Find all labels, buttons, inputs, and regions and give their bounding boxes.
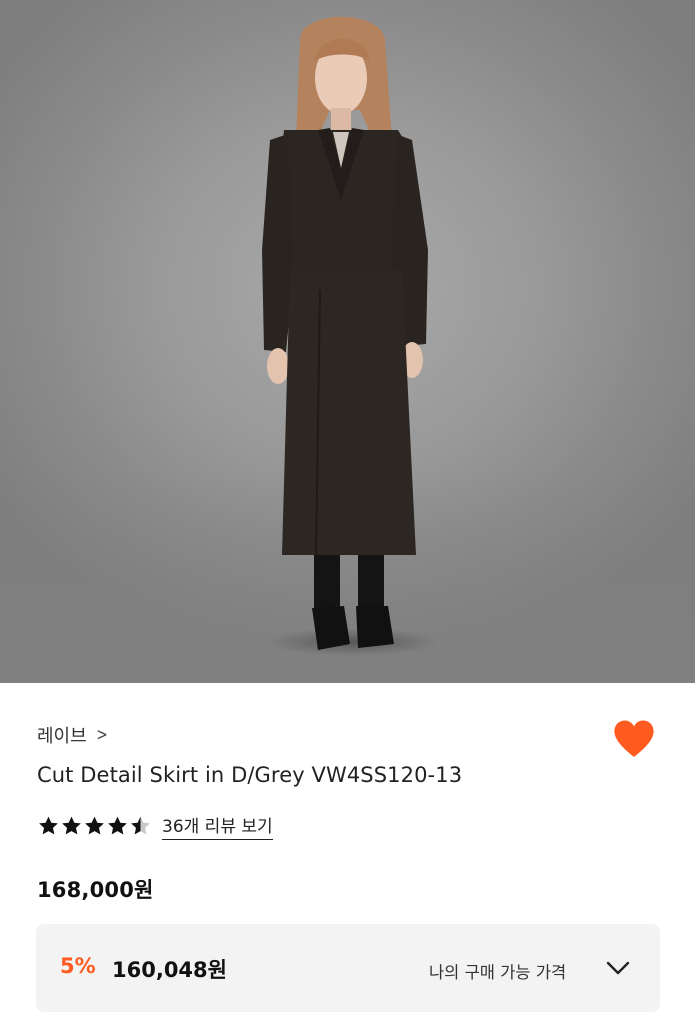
sale-price: 160,048원 [112, 958, 227, 982]
my-price-offer[interactable]: 5% 160,048원 나의 구매 가능 가격 [36, 924, 660, 1012]
product-image[interactable] [0, 0, 695, 683]
my-price-label: 나의 구매 가능 가격 [429, 963, 567, 982]
star-icon [39, 816, 58, 835]
original-price: 168,000원 [37, 878, 154, 902]
star-half-icon [131, 816, 150, 835]
rating-row: 36개 리뷰 보기 [37, 812, 273, 840]
chevron-right-icon: > [96, 725, 108, 745]
star-icon [108, 816, 127, 835]
star-rating [37, 815, 152, 837]
heart-icon[interactable] [612, 719, 656, 759]
star-icon [62, 816, 81, 835]
brand-name: 레이브 [37, 726, 87, 747]
chevron-down-icon[interactable] [606, 960, 630, 976]
star-icon [85, 816, 104, 835]
discount-rate: 5% [60, 954, 96, 978]
reviews-link[interactable]: 36개 리뷰 보기 [162, 812, 273, 840]
product-title: Cut Detail Skirt in D/Grey VW4SS120-13 [37, 763, 463, 787]
brand-link[interactable]: 레이브 > [37, 722, 109, 748]
model-figure [262, 16, 428, 650]
